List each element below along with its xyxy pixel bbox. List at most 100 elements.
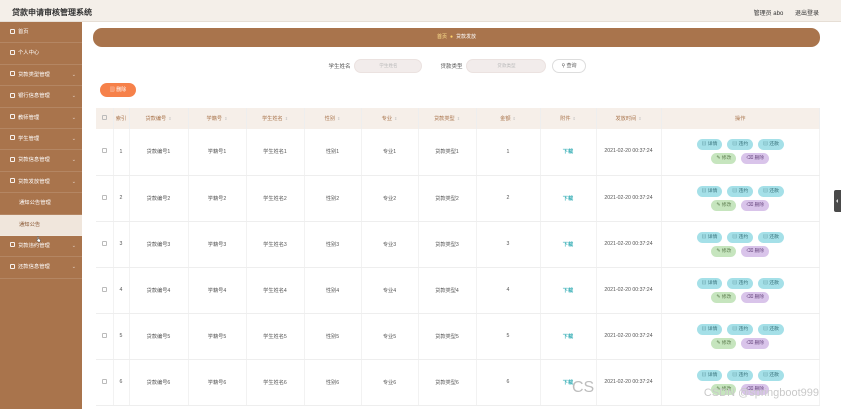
row-checkbox[interactable] [101,148,107,154]
sort-icon[interactable]: ⇕ [394,116,397,121]
cell-time: 2021-02-20 00:37:24 [596,129,662,176]
delete-button[interactable]: ⌫ 删除 [741,199,770,211]
column-header[interactable]: 贷款编号 ⇕ [129,108,189,129]
row-checkbox-cell [96,267,114,314]
sidebar-item-10[interactable]: 贷款违约管理 ⌄ [0,236,82,258]
cell-major: 专业2 [361,175,419,222]
detail-label: 详情 [707,326,718,332]
row-checkbox[interactable] [101,378,107,384]
cell-major: 专业1 [361,129,419,176]
sidebar-item-11[interactable]: 还款信息管理 ⌄ [0,257,82,279]
sort-icon[interactable]: ⇕ [285,116,288,121]
sidebar-item-label: 学生管理 [18,135,40,142]
logout-link[interactable]: 退出登录 [795,11,819,17]
delete-button[interactable]: ⌫ 删除 [741,153,770,165]
delete-button[interactable]: ⌫ 删除 [741,245,770,257]
column-header[interactable]: 附件 ⇕ [540,108,597,129]
sidebar-item-8[interactable]: 通知公告管理 [0,193,82,215]
repay-button[interactable]: ▤ 还款 [758,185,784,197]
column-header[interactable]: 学籍号 ⇕ [188,108,247,129]
detail-button[interactable]: ▤ 详情 [696,231,723,243]
sort-icon[interactable]: ⇕ [638,116,641,121]
sidebar-item-1[interactable]: 个人中心 [0,43,82,65]
sort-icon[interactable]: ⇕ [457,116,460,121]
sidebar-item-6[interactable]: 贷款信息管理 ⌄ [0,150,82,172]
student-name-input[interactable]: 学生姓名 [354,59,423,73]
column-header[interactable]: 金额 ⇕ [476,108,541,129]
detail-button[interactable]: ▤ 详情 [696,277,723,289]
download-link[interactable]: 下载 [563,288,573,294]
edit-button[interactable]: ✎ 修改 [711,337,737,349]
detail-button[interactable]: ▤ 详情 [696,139,723,151]
select-all-checkbox[interactable] [101,115,107,120]
row-checkbox[interactable] [101,240,107,246]
cell-amount: 5 [476,313,541,360]
column-header[interactable]: 索引 [113,108,130,129]
sort-icon[interactable]: ⇕ [573,116,576,121]
loan-type-input[interactable]: 贷款类型 [466,59,547,73]
sort-icon[interactable]: ⇕ [168,116,171,121]
column-header[interactable]: 性别 ⇕ [304,108,362,129]
column-header[interactable]: 专业 ⇕ [361,108,419,129]
column-header[interactable]: 发放时间 ⇕ [596,108,662,129]
repay-button[interactable]: ▤ 还款 [758,323,784,335]
sidebar-item-label: 教师管理 [18,114,40,121]
delete-label: 删除 [754,294,765,300]
side-collapse-handle[interactable] [834,190,841,212]
edit-button[interactable]: ✎ 修改 [711,291,737,303]
default-button[interactable]: ▤ 违约 [727,369,754,381]
sort-icon[interactable]: ⇕ [337,116,340,121]
column-header[interactable]: 学生姓名 ⇕ [246,108,305,129]
row-checkbox-cell [96,175,114,222]
download-link[interactable]: 下载 [563,242,573,248]
sidebar-item-5[interactable]: 学生管理 ⌄ [0,129,82,151]
sort-icon[interactable]: ⇕ [513,116,516,121]
detail-button[interactable]: ▤ 详情 [696,369,723,381]
download-link[interactable]: 下载 [563,149,573,155]
sidebar-item-3[interactable]: 银行信息管理 ⌄ [0,86,82,108]
download-link[interactable]: 下载 [563,334,573,340]
default-label: 违约 [738,234,749,240]
delete-button[interactable]: ⌫ 删除 [741,291,770,303]
default-button[interactable]: ▤ 违约 [727,231,754,243]
cell-gender: 性别6 [304,359,362,406]
detail-label: 详情 [707,234,718,240]
edit-button[interactable]: ✎ 修改 [711,153,737,165]
cell-time: 2021-02-20 00:37:24 [596,359,662,406]
edit-button[interactable]: ✎ 修改 [711,245,737,257]
detail-button[interactable]: ▤ 详情 [696,185,723,197]
row-checkbox[interactable] [101,194,107,200]
column-header[interactable]: 贷款类型 ⇕ [418,108,477,129]
repay-button[interactable]: ▤ 还款 [758,231,784,243]
column-header-label: 学生姓名 [261,116,283,122]
edit-label: 修改 [721,294,732,300]
repay-button[interactable]: ▤ 还款 [758,139,784,151]
loan-type-label: 贷款类型 [440,64,463,70]
sidebar-item-2[interactable]: 贷款类型管理 ⌄ [0,65,82,87]
download-link[interactable]: 下载 [563,196,573,202]
edit-button[interactable]: ✎ 修改 [711,199,737,211]
table-row: 3 贷款编号3 学籍号3 学生姓名3 性别3 专业3 贷款类型3 3 下载 2021-02-20 … [96,221,820,268]
column-header[interactable]: 操作 [661,108,820,129]
default-button[interactable]: ▤ 违约 [727,323,754,335]
batch-delete-button[interactable]: ▥ 删除 [100,83,136,97]
sidebar-item-4[interactable]: 教师管理 ⌄ [0,108,82,129]
default-button[interactable]: ▤ 违约 [727,185,754,197]
row-checkbox[interactable] [101,332,107,338]
breadcrumb-home[interactable]: 首页 [437,34,447,40]
sort-icon[interactable]: ⇕ [224,116,227,121]
sidebar-item-0[interactable]: 首页 [0,22,82,44]
menu-item-icon [10,92,15,98]
sidebar-item-7[interactable]: 贷款发放管理 ⌄ [0,172,82,194]
default-button[interactable]: ▤ 违约 [727,139,754,151]
sidebar-item-9[interactable]: 通知公告 [0,214,82,236]
row-checkbox[interactable] [101,286,107,292]
delete-button[interactable]: ⌫ 删除 [741,337,770,349]
detail-button[interactable]: ▤ 详情 [696,323,723,335]
search-button[interactable]: ⚲ 查询 [552,59,586,73]
cell-attachment: 下载 [540,221,597,268]
default-button[interactable]: ▤ 违约 [727,277,754,289]
repay-button[interactable]: ▤ 还款 [758,277,784,289]
repay-button[interactable]: ▤ 还款 [758,369,784,381]
cell-gender: 性别1 [304,129,362,176]
